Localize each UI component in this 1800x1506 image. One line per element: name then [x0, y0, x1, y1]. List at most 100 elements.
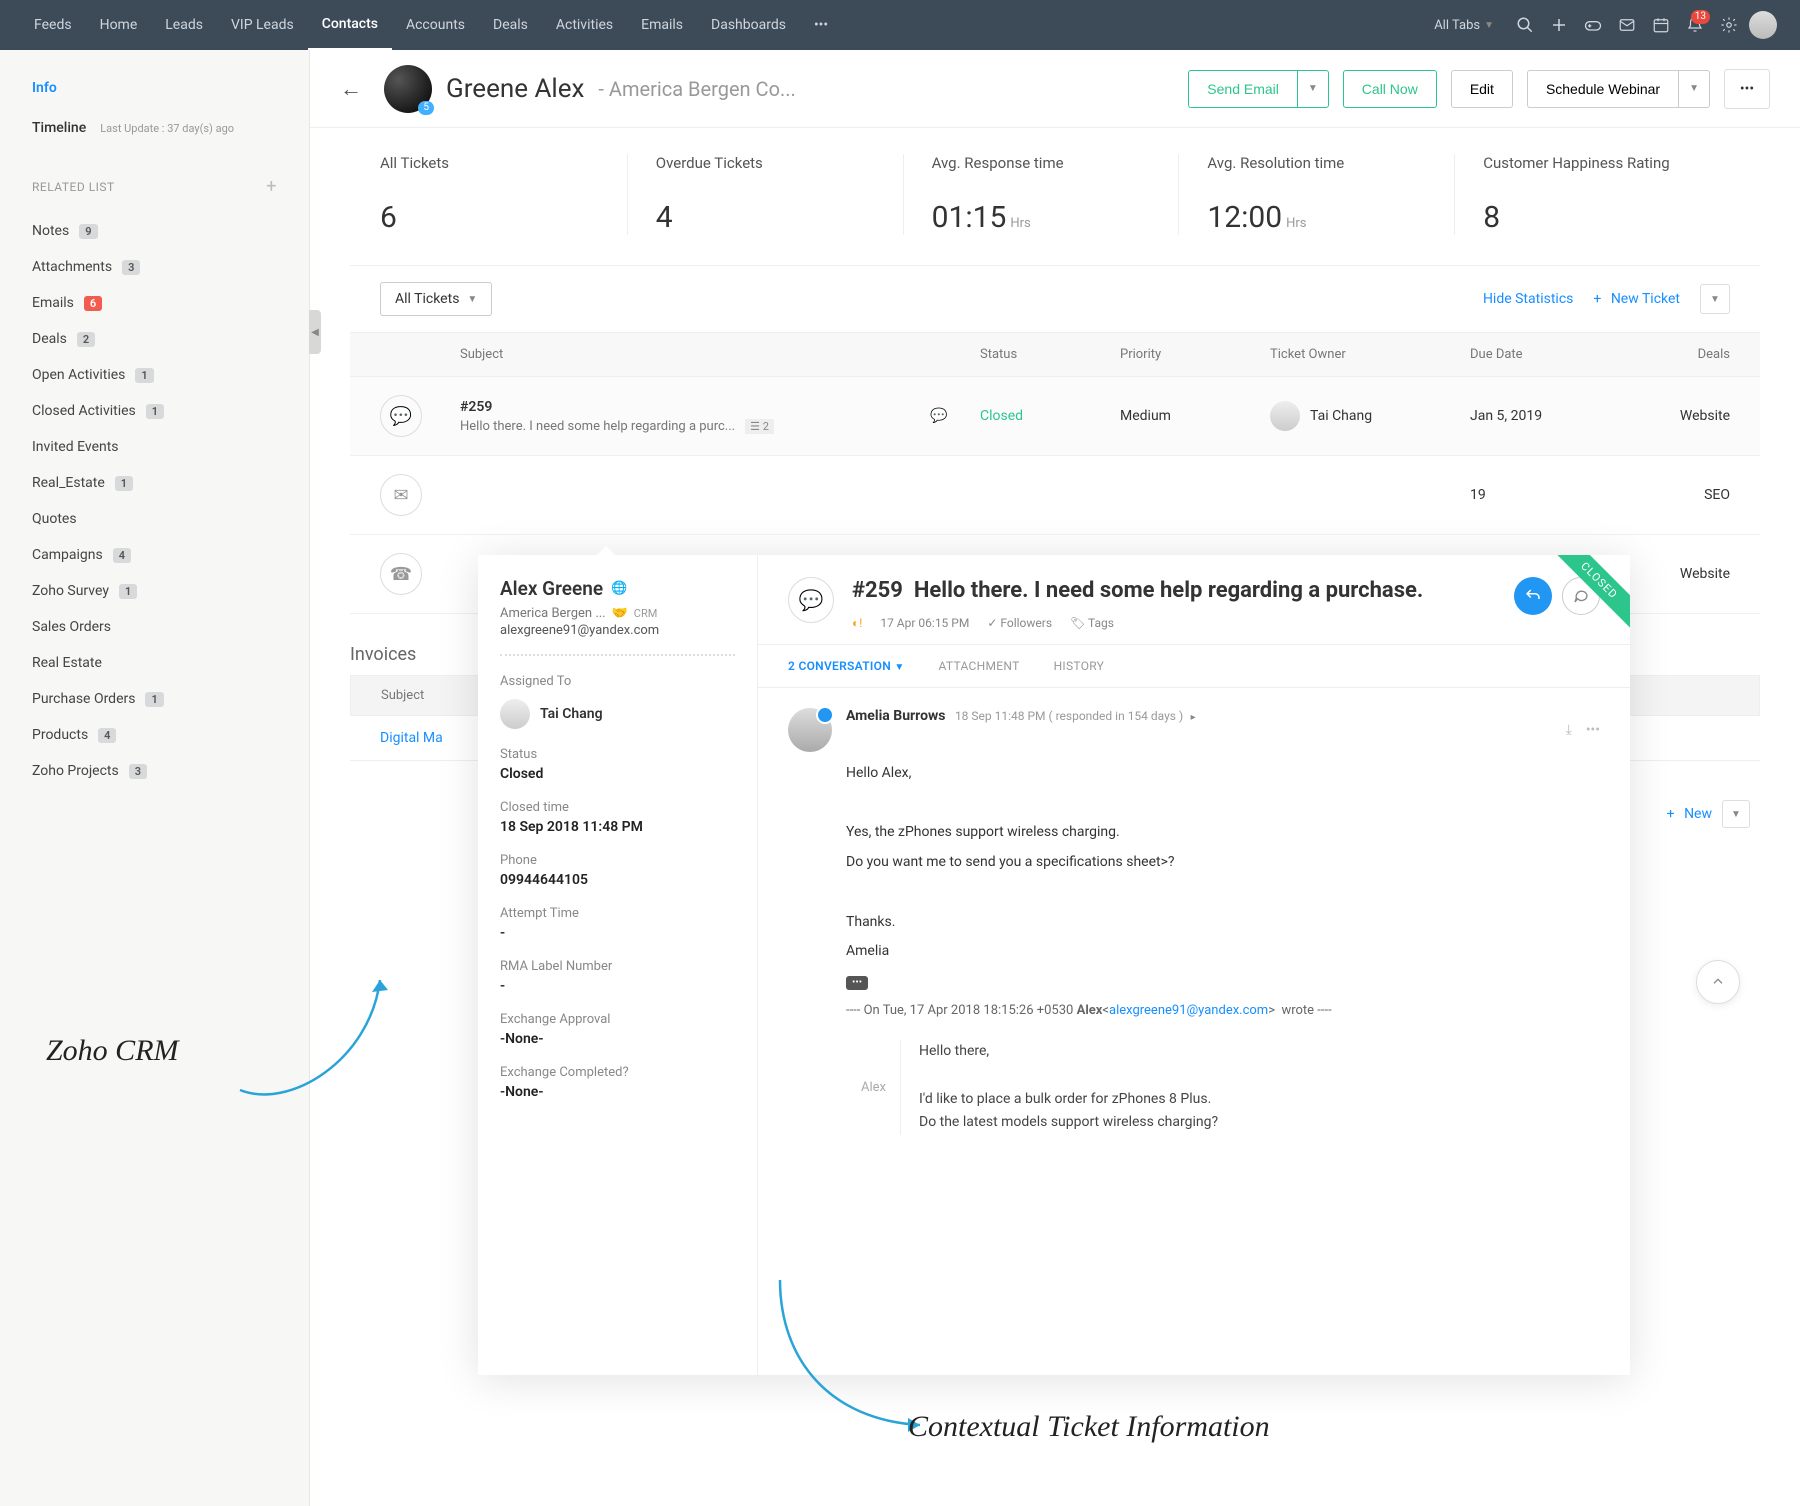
- new-ticket-button[interactable]: + New Ticket: [1593, 291, 1680, 307]
- nav-item-leads[interactable]: Leads: [151, 0, 217, 50]
- gamepad-icon[interactable]: [1576, 8, 1610, 42]
- nested-line: Do the latest models support wireless ch…: [919, 1111, 1600, 1135]
- new-ticket-dropdown[interactable]: ▼: [1700, 284, 1730, 314]
- ticket-detail-popup: Alex Greene 🌐 America Bergen ...🤝CRM ale…: [478, 555, 1630, 1375]
- stat-value: 12:00Hrs: [1207, 200, 1426, 235]
- sidebar-item-notes[interactable]: Notes9: [32, 213, 277, 249]
- stat-label: Avg. Resolution time: [1207, 154, 1426, 172]
- field-label: Status: [500, 747, 735, 762]
- sidebar-item-quotes[interactable]: Quotes: [32, 501, 277, 537]
- add-related-icon[interactable]: +: [266, 176, 277, 197]
- sidebar-item-badge: 3: [129, 764, 147, 779]
- col-priority: Priority: [1120, 347, 1270, 362]
- followers-link[interactable]: ✓ Followers: [987, 616, 1052, 630]
- globe-icon: 🌐: [611, 581, 627, 596]
- new-invoice-dropdown[interactable]: ▼: [1722, 800, 1750, 828]
- back-arrow-icon[interactable]: ←: [340, 76, 370, 102]
- chat-icon: 💬: [380, 395, 422, 437]
- schedule-webinar-button[interactable]: Schedule Webinar: [1527, 70, 1678, 108]
- plus-icon[interactable]: [1542, 8, 1576, 42]
- reply-author-avatar: [788, 708, 832, 752]
- nav-item-emails[interactable]: Emails: [627, 0, 697, 50]
- bell-icon[interactable]: 13: [1678, 8, 1712, 42]
- quoted-email-link[interactable]: alexgreene91@yandex.com: [1109, 1003, 1268, 1018]
- gear-icon[interactable]: [1712, 8, 1746, 42]
- mail-icon[interactable]: [1610, 8, 1644, 42]
- stat-label: All Tickets: [380, 154, 599, 172]
- sidebar-item-real-estate[interactable]: Real Estate: [32, 645, 277, 681]
- sidebar-item-campaigns[interactable]: Campaigns4: [32, 537, 277, 573]
- nav-item-feeds[interactable]: Feeds: [20, 0, 86, 50]
- reply-button[interactable]: [1514, 577, 1552, 615]
- all-tabs-dropdown[interactable]: All Tabs ▼: [1420, 18, 1508, 33]
- popup-contact-name: Alex Greene: [500, 577, 603, 600]
- stats-row: All Tickets6Overdue Tickets4Avg. Respons…: [350, 128, 1760, 266]
- ticket-row[interactable]: 💬#259Hello there. I need some help regar…: [350, 377, 1760, 456]
- chat-indicator-icon: 💬: [930, 408, 980, 424]
- ticket-filter-dropdown[interactable]: All Tickets▼: [380, 282, 492, 316]
- ticket-timestamp: 17 Apr 06:15 PM: [880, 616, 969, 630]
- sidebar-timeline-link[interactable]: Timeline: [32, 120, 86, 136]
- nav-overflow[interactable]: •••: [800, 0, 842, 50]
- nav-item-deals[interactable]: Deals: [479, 0, 542, 50]
- edit-button[interactable]: Edit: [1451, 70, 1513, 108]
- tab-conversation[interactable]: 2 CONVERSATION ▼: [788, 659, 905, 673]
- nav-item-activities[interactable]: Activities: [542, 0, 627, 50]
- nav-item-home[interactable]: Home: [86, 0, 152, 50]
- reply-more-icon[interactable]: •••: [1586, 722, 1600, 738]
- call-now-button[interactable]: Call Now: [1343, 70, 1437, 108]
- send-email-button[interactable]: Send Email: [1188, 70, 1297, 108]
- sidebar-item-attachments[interactable]: Attachments3: [32, 249, 277, 285]
- schedule-webinar-dropdown[interactable]: ▼: [1678, 70, 1710, 108]
- nav-item-accounts[interactable]: Accounts: [392, 0, 479, 50]
- field-label: Closed time: [500, 800, 735, 815]
- field-label: Exchange Approval: [500, 1012, 735, 1027]
- ticket-deals: Website: [1630, 566, 1730, 582]
- sidebar-item-zoho-survey[interactable]: Zoho Survey1: [32, 573, 277, 609]
- nav-item-dashboards[interactable]: Dashboards: [697, 0, 800, 50]
- popup-email[interactable]: alexgreene91@yandex.com: [500, 623, 735, 638]
- sidebar-item-label: Deals: [32, 331, 67, 347]
- col-owner: Ticket Owner: [1270, 347, 1470, 362]
- conv-line: Yes, the zPhones support wireless chargi…: [846, 821, 1600, 845]
- sidebar-item-invited-events[interactable]: Invited Events: [32, 429, 277, 465]
- hide-statistics-link[interactable]: Hide Statistics: [1483, 291, 1573, 307]
- tags-link[interactable]: 🏷 Tags: [1070, 616, 1114, 630]
- owner-avatar: [1270, 401, 1300, 431]
- scroll-to-top-button[interactable]: [1696, 960, 1740, 1004]
- new-invoice-button[interactable]: + New: [1667, 806, 1712, 822]
- search-icon[interactable]: [1508, 8, 1542, 42]
- sidebar-item-badge: 2: [77, 332, 95, 347]
- invoice-row-link[interactable]: Digital Ma: [380, 730, 443, 746]
- more-actions-button[interactable]: •••: [1724, 69, 1770, 109]
- nav-item-contacts[interactable]: Contacts: [308, 0, 392, 50]
- stat-value: 01:15Hrs: [932, 200, 1151, 235]
- send-email-dropdown[interactable]: ▼: [1297, 70, 1329, 108]
- sidebar-item-real-estate[interactable]: Real_Estate1: [32, 465, 277, 501]
- sidebar-item-closed-activities[interactable]: Closed Activities1: [32, 393, 277, 429]
- calendar-icon[interactable]: [1644, 8, 1678, 42]
- col-deals: Deals: [1630, 347, 1730, 362]
- nav-item-vip-leads[interactable]: VIP Leads: [217, 0, 308, 50]
- download-icon[interactable]: ⤓: [1566, 722, 1572, 738]
- expand-quote-icon[interactable]: •••: [846, 976, 868, 990]
- sidebar-info-link[interactable]: Info: [32, 80, 277, 96]
- sidebar-item-products[interactable]: Products4: [32, 717, 277, 753]
- field-label: Attempt Time: [500, 906, 735, 921]
- field-value: 09944644105: [500, 872, 735, 888]
- sidebar-item-open-activities[interactable]: Open Activities1: [32, 357, 277, 393]
- ticket-row[interactable]: ✉19SEO: [350, 456, 1760, 535]
- sidebar-item-sales-orders[interactable]: Sales Orders: [32, 609, 277, 645]
- sidebar-item-deals[interactable]: Deals 2: [32, 321, 277, 357]
- profile-avatar[interactable]: [1746, 8, 1780, 42]
- sidebar-item-emails[interactable]: Emails6: [32, 285, 277, 321]
- sidebar-item-label: Open Activities: [32, 367, 125, 383]
- field-value: -: [500, 925, 735, 941]
- tab-attachment[interactable]: ATTACHMENT: [939, 659, 1020, 673]
- sidebar-item-purchase-orders[interactable]: Purchase Orders1: [32, 681, 277, 717]
- conv-line: Do you want me to send you a specificati…: [846, 851, 1600, 875]
- field-label: Phone: [500, 853, 735, 868]
- contact-avatar[interactable]: 5: [384, 65, 432, 113]
- tab-history[interactable]: HISTORY: [1054, 659, 1105, 673]
- sidebar-item-zoho-projects[interactable]: Zoho Projects3: [32, 753, 277, 789]
